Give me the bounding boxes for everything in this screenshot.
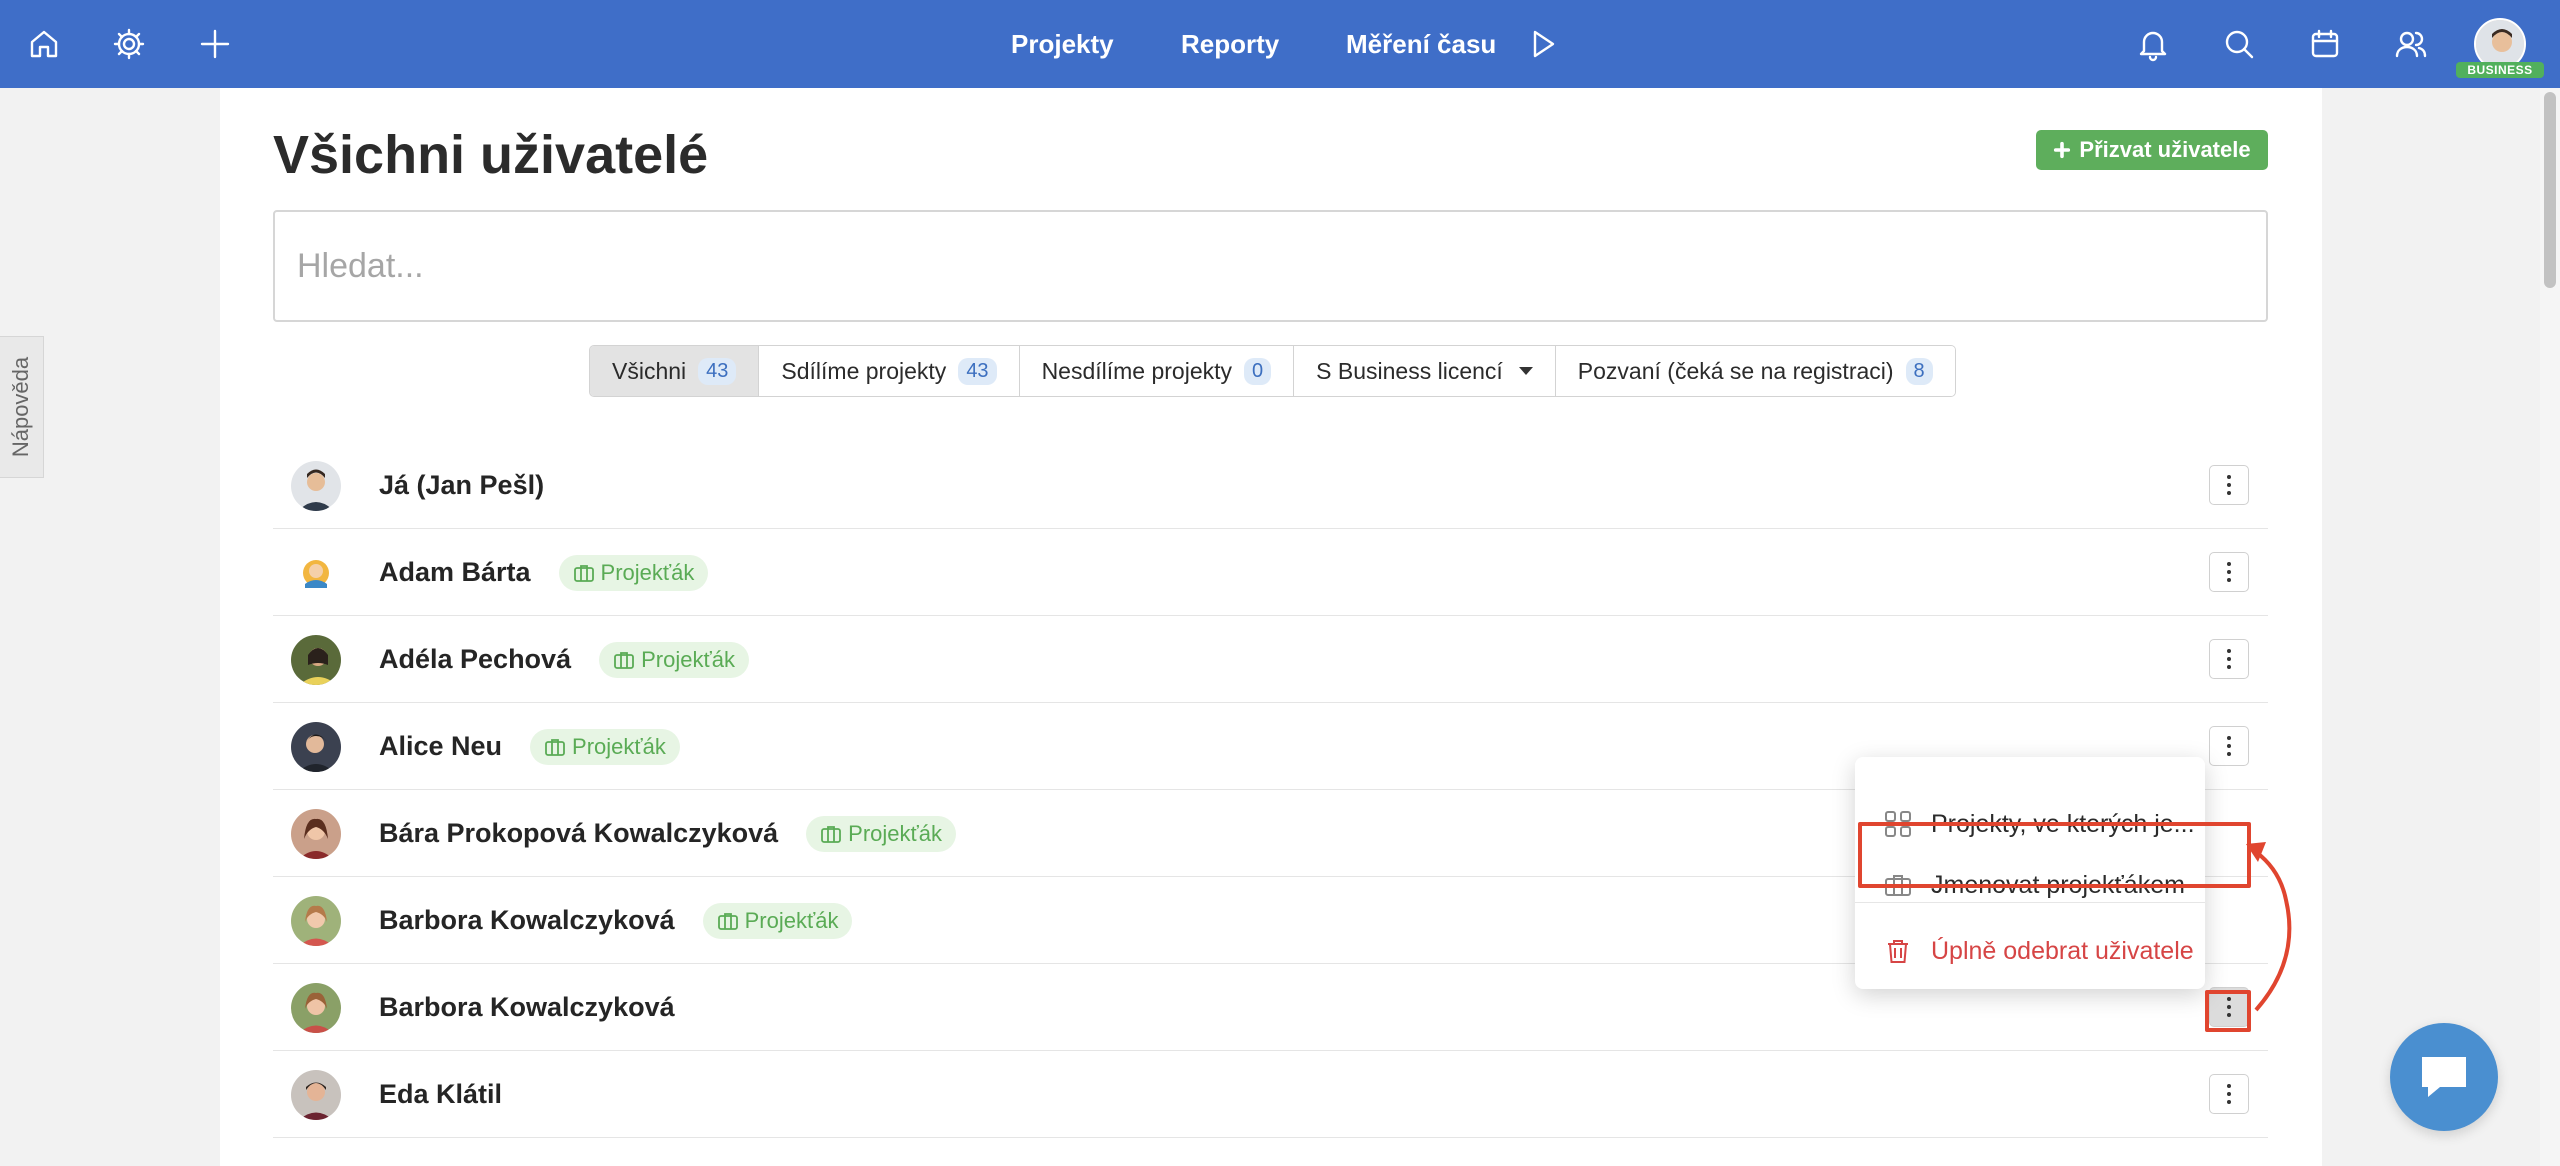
- tag-label: Projekťák: [744, 907, 839, 933]
- user-actions-button[interactable]: [2209, 465, 2249, 505]
- user-name[interactable]: Já (Jan Pešl): [379, 470, 544, 501]
- user-name[interactable]: Alice Neu: [379, 731, 502, 762]
- menu-divider: [1855, 902, 2205, 903]
- add-icon[interactable]: [191, 20, 239, 68]
- filter-business-license[interactable]: S Business licencí: [1294, 346, 1556, 396]
- annotation-arrow: [2246, 842, 2292, 1012]
- user-row: Adam Bárta Projekťák: [273, 529, 2268, 616]
- project-manager-tag: Projekťák: [558, 554, 709, 591]
- avatar: [291, 1070, 341, 1120]
- avatar: [291, 809, 341, 859]
- tag-label: Projekťák: [572, 733, 666, 759]
- briefcase-icon: [614, 651, 634, 669]
- briefcase-icon: [821, 825, 842, 843]
- caret-down-icon: [1518, 367, 1533, 375]
- nav-projekty[interactable]: Projekty: [1011, 0, 1114, 88]
- user-name[interactable]: Adam Bárta: [379, 557, 531, 588]
- filter-shared-projects[interactable]: Sdílíme projekty 43: [759, 346, 1020, 396]
- avatar: [291, 635, 341, 685]
- avatar: [291, 896, 341, 946]
- menu-item-label: Projekty, ve kterých je...: [1931, 809, 2195, 838]
- play-timer-icon[interactable]: [1518, 20, 1566, 68]
- search-input[interactable]: [273, 210, 2268, 322]
- filter-count: 0: [1244, 357, 1272, 385]
- briefcase-icon: [545, 738, 565, 756]
- filter-label: Sdílíme projekty: [781, 357, 947, 384]
- filter-not-shared-projects[interactable]: Nesdílíme projekty 0: [1019, 346, 1295, 396]
- help-side-tab[interactable]: Nápověda: [0, 336, 44, 478]
- filter-count: 43: [958, 357, 997, 385]
- menu-item-projects[interactable]: Projekty, ve kterých je...: [1855, 793, 2205, 855]
- page-title: Všichni uživatelé: [273, 125, 709, 185]
- menu-item-label: Jmenovat projekťákem: [1931, 870, 2185, 899]
- avatar: [291, 461, 341, 511]
- tag-label: Projekťák: [600, 559, 695, 585]
- user-row: Já (Jan Pešl): [273, 442, 2268, 529]
- project-manager-tag: Projekťák: [806, 815, 957, 852]
- project-manager-tag: Projekťák: [530, 728, 680, 765]
- filter-invited[interactable]: Pozvaní (čeká se na registraci) 8: [1555, 346, 1955, 396]
- user-actions-button[interactable]: [2209, 726, 2249, 766]
- search-icon[interactable]: [2215, 20, 2263, 68]
- filter-label: Nesdílíme projekty: [1041, 357, 1233, 384]
- grid-icon: [1885, 811, 1911, 837]
- avatar: [291, 983, 341, 1033]
- user-row: Adéla Pechová Projekťák: [273, 616, 2268, 703]
- invite-user-label: Přizvat uživatele: [2079, 137, 2251, 162]
- filter-label: Všichni: [612, 357, 687, 384]
- project-manager-tag: Projekťák: [702, 902, 853, 939]
- users-icon[interactable]: [2387, 20, 2435, 68]
- user-name[interactable]: Eda Klátil: [379, 1079, 502, 1110]
- filter-all[interactable]: Všichni 43: [590, 346, 760, 396]
- menu-item-remove-user[interactable]: Úplně odebrat uživatele: [1855, 920, 2205, 982]
- user-name[interactable]: Barbora Kowalczyková: [379, 992, 675, 1023]
- project-manager-tag: Projekťák: [599, 641, 749, 678]
- menu-item-label: Úplně odebrat uživatele: [1931, 936, 2194, 965]
- filter-count: 43: [698, 357, 737, 385]
- settings-icon[interactable]: [105, 20, 153, 68]
- notifications-bell-icon[interactable]: [2129, 20, 2177, 68]
- briefcase-icon: [717, 912, 738, 930]
- calendar-icon[interactable]: [2301, 20, 2349, 68]
- nav-mereni-casu[interactable]: Měření času: [1346, 0, 1496, 88]
- filter-label: S Business licencí: [1316, 357, 1503, 384]
- filter-label: Pozvaní (čeká se na registraci): [1577, 357, 1894, 384]
- user-actions-menu: Projekty, ve kterých je... Jmenovat proj…: [1855, 757, 2205, 989]
- invite-user-button[interactable]: Přizvat uživatele: [2036, 130, 2268, 170]
- tag-label: Projekťák: [641, 646, 735, 672]
- home-icon[interactable]: [20, 20, 68, 68]
- user-name[interactable]: Barbora Kowalczyková: [379, 905, 675, 936]
- user-actions-button[interactable]: [2209, 639, 2249, 679]
- avatar: [291, 548, 341, 598]
- menu-item-make-project-manager[interactable]: Jmenovat projekťákem: [1855, 854, 2205, 916]
- avatar: [291, 722, 341, 772]
- scrollbar-thumb[interactable]: [2544, 92, 2556, 288]
- user-row: Eda Klátil: [273, 1051, 2268, 1138]
- briefcase-icon: [1885, 875, 1911, 896]
- nav-reporty[interactable]: Reporty: [1181, 0, 1279, 88]
- help-tab-label: Nápověda: [8, 356, 34, 458]
- user-actions-button[interactable]: [2209, 1074, 2249, 1114]
- top-navigation-bar: Projekty Reporty Měření času BUSINESS: [0, 0, 2560, 88]
- tag-label: Projekťák: [848, 820, 943, 846]
- plus-icon: [2054, 141, 2071, 159]
- user-actions-button[interactable]: [2209, 552, 2249, 592]
- chat-support-button[interactable]: [2390, 1023, 2498, 1131]
- user-name[interactable]: Bára Prokopová Kowalczyková: [379, 818, 778, 849]
- user-name[interactable]: Adéla Pechová: [379, 644, 571, 675]
- chat-bubble-icon: [2422, 1057, 2466, 1097]
- filter-count: 8: [1905, 357, 1933, 385]
- business-badge: BUSINESS: [2456, 62, 2544, 78]
- briefcase-icon: [573, 564, 594, 582]
- trash-icon: [1888, 940, 1908, 963]
- filter-tabs: Všichni 43 Sdílíme projekty 43 Nesdílíme…: [589, 345, 1956, 397]
